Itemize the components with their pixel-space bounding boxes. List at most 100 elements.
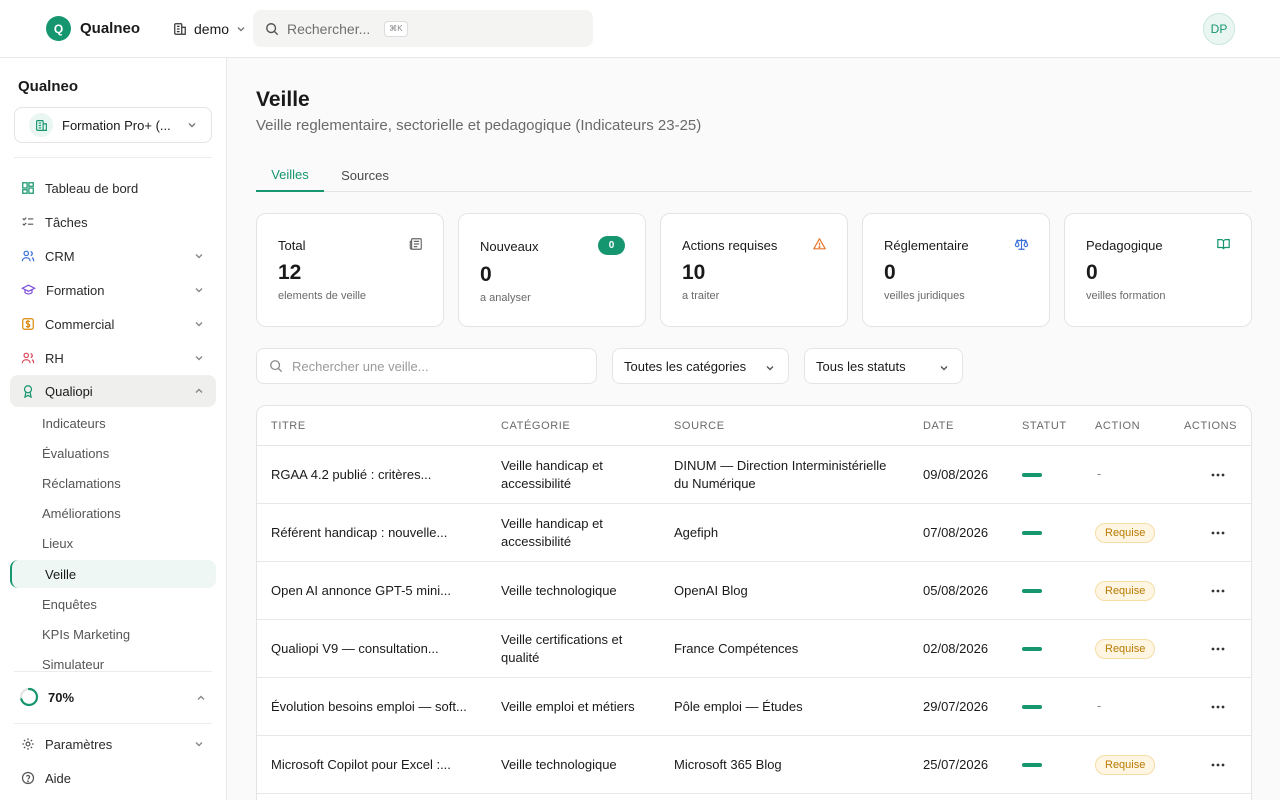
brand-logo: Q: [46, 16, 71, 41]
sidebar-item-parametres[interactable]: Paramètres: [10, 728, 216, 760]
sidebar-subitem-evaluations[interactable]: Évaluations: [10, 439, 216, 467]
org-switcher[interactable]: demo: [173, 21, 246, 37]
chevron-down-icon: [195, 742, 203, 747]
sidebar-item-label: Formation: [46, 282, 105, 298]
table-row[interactable]: Microsoft Copilot pour Excel :... Veille …: [257, 736, 1251, 794]
org-switcher-label: demo: [194, 20, 230, 37]
table-row[interactable]: Qualiopi V9 — consultation... Veille cert…: [257, 620, 1251, 678]
category-filter-select[interactable]: Toutes les catégories: [612, 348, 789, 384]
search-icon: [270, 360, 283, 373]
table-row[interactable]: Open AI annonce GPT-5 mini... Veille tech…: [257, 562, 1251, 620]
stat-card-caption: veilles juridiques: [884, 290, 965, 302]
column-header-date[interactable]: DATE: [923, 406, 954, 446]
page-subtitle: Veille reglementaire, sectorielle et ped…: [256, 117, 702, 134]
stat-card-label: Pedagogique: [1086, 238, 1163, 253]
row-actions-menu[interactable]: [1209, 640, 1227, 658]
column-header-source[interactable]: SOURCE: [674, 406, 725, 446]
chevron-down-icon: [195, 322, 203, 327]
sidebar-subitem-simulateur[interactable]: Simulateur: [10, 650, 216, 678]
stat-card-actions-requises: Actions requises 10 a traiter: [660, 213, 848, 327]
row-title[interactable]: RGAA 4.2 publié : critères...: [271, 446, 486, 504]
tab-sources[interactable]: Sources: [334, 159, 396, 192]
sidebar-subitem-indicateurs[interactable]: Indicateurs: [10, 409, 216, 437]
newspaper-icon: [409, 238, 422, 250]
row-actions-menu[interactable]: [1209, 466, 1227, 484]
sidebar-divider: [14, 723, 212, 724]
status-indicator: [1022, 531, 1042, 535]
sidebar-item-formation[interactable]: Formation: [10, 274, 216, 306]
main-content: Veille Veille reglementaire, sectorielle…: [228, 58, 1280, 800]
global-search[interactable]: Rechercher... ⌘K: [253, 10, 593, 47]
sidebar-item-crm[interactable]: CRM: [10, 240, 216, 272]
veille-table: TITRE CATÉGORIE SOURCE DATE STATUT ACTIO…: [256, 405, 1252, 800]
row-category: Veille handicap et accessibilité: [501, 458, 603, 491]
sidebar-item-label: RH: [45, 350, 64, 366]
sidebar-item-qualiopi[interactable]: Qualiopi: [10, 375, 216, 407]
column-header-titre[interactable]: TITRE: [271, 406, 306, 446]
row-title[interactable]: Open AI annonce GPT-5 mini...: [271, 562, 486, 620]
chevron-down-icon: [940, 366, 948, 371]
row-actions-menu[interactable]: [1209, 524, 1227, 542]
sidebar-item-tableau-de-bord[interactable]: Tableau de bord: [10, 172, 216, 204]
organization-selector[interactable]: Formation Pro+ (...: [14, 107, 212, 143]
table-row[interactable]: Évolution besoins emploi — soft... Veille…: [257, 678, 1251, 736]
chevron-up-icon: [195, 388, 203, 393]
organization-selector-label: Formation Pro+ (...: [62, 117, 171, 133]
row-actions-menu[interactable]: [1209, 582, 1227, 600]
action-required-badge: Requise: [1095, 581, 1156, 601]
sidebar-subitem-kpis-marketing[interactable]: KPIs Marketing: [10, 620, 216, 648]
row-date: 02/08/2026: [923, 641, 989, 656]
sidebar-subitem-reclamations[interactable]: Réclamations: [10, 469, 216, 497]
sidebar-item-taches[interactable]: Tâches: [10, 206, 216, 238]
more-horizontal-icon: [1211, 473, 1225, 477]
sidebar-divider: [14, 157, 212, 158]
sidebar-item-label: Tableau de bord: [45, 180, 139, 196]
table-row[interactable]: Référent handicap : nouvelle... Veille ha…: [257, 504, 1251, 562]
row-title[interactable]: Qualiopi V9 — consultation...: [271, 620, 486, 678]
sidebar-subitem-enquetes[interactable]: Enquêtes: [10, 590, 216, 618]
row-title[interactable]: Référent handicap : nouvelle...: [271, 504, 486, 562]
sidebar-subitem-ameliorations[interactable]: Améliorations: [10, 499, 216, 527]
chevron-down-icon: [237, 26, 245, 31]
gear-icon: [22, 738, 34, 750]
row-actions-menu[interactable]: [1209, 756, 1227, 774]
setup-progress[interactable]: 70%: [10, 681, 216, 713]
sidebar-item-label: Qualiopi: [45, 383, 93, 399]
search-icon: [266, 22, 279, 35]
brand[interactable]: Q Qualneo: [46, 16, 140, 41]
column-header-action[interactable]: ACTION: [1095, 406, 1140, 446]
sidebar-item-aide[interactable]: Aide: [10, 762, 216, 794]
stat-card-value: 0: [884, 261, 896, 284]
row-source: OpenAI Blog: [674, 583, 748, 598]
status-indicator: [1022, 473, 1042, 477]
help-circle-icon: [21, 771, 35, 785]
status-indicator: [1022, 763, 1042, 767]
warning-icon: [813, 238, 826, 250]
action-empty: -: [1097, 698, 1102, 713]
table-row[interactable]: RGAA 4.2 publié : critères... Veille hand…: [257, 446, 1251, 504]
column-header-categorie[interactable]: CATÉGORIE: [501, 406, 570, 446]
row-category: Veille technologique: [501, 757, 617, 772]
status-indicator: [1022, 705, 1042, 709]
row-title[interactable]: Microsoft Copilot pour Excel :...: [271, 736, 486, 794]
row-actions-menu[interactable]: [1209, 698, 1227, 716]
tab-veilles[interactable]: Veilles: [256, 159, 324, 192]
sidebar-subitem-veille[interactable]: Veille: [10, 560, 216, 588]
row-date: 07/08/2026: [923, 525, 989, 540]
stat-card-label: Total: [278, 238, 306, 253]
column-header-statut[interactable]: STATUT: [1022, 406, 1067, 446]
row-category: Veille technologique: [501, 583, 617, 598]
sidebar-item-commercial[interactable]: Commercial: [10, 308, 216, 340]
sidebar-item-rh[interactable]: RH: [10, 342, 216, 374]
more-horizontal-icon: [1211, 531, 1225, 535]
action-required-badge: Requise: [1095, 523, 1156, 543]
veille-search-input[interactable]: Rechercher une veille...: [256, 348, 597, 384]
status-filter-select[interactable]: Tous les statuts: [804, 348, 963, 384]
user-avatar[interactable]: DP: [1203, 13, 1235, 45]
chevron-down-icon: [195, 356, 203, 361]
row-title[interactable]: Évolution besoins emploi — soft...: [271, 678, 486, 736]
sidebar-subitem-lieux[interactable]: Lieux: [10, 529, 216, 557]
stat-card-total: Total 12 elements de veille: [256, 213, 444, 327]
chevron-down-icon: [766, 366, 774, 371]
scale-icon: [1014, 238, 1029, 250]
